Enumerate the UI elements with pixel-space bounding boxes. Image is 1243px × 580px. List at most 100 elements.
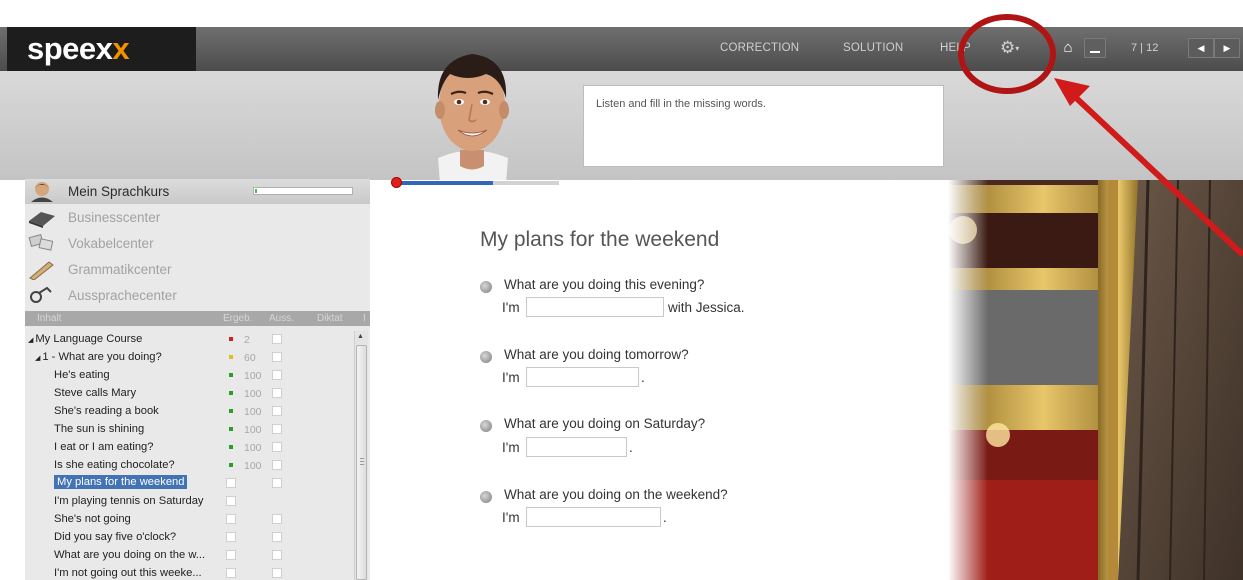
pronunciation-checkbox[interactable]: [272, 442, 282, 452]
exercise-progress-fill: [394, 181, 493, 185]
score-status-dot: [229, 391, 233, 395]
scroll-grip-icon: [360, 458, 364, 465]
audio-speaker-icon[interactable]: [480, 420, 492, 432]
question-text: What are you doing on the weekend?: [504, 487, 728, 502]
speexx-logo: speexx: [27, 31, 130, 66]
question-text: What are you doing tomorrow?: [504, 347, 689, 362]
tree-row[interactable]: ◢ My Language Course 2: [25, 330, 355, 348]
pronunciation-checkbox[interactable]: [272, 514, 282, 524]
pronunciation-checkbox[interactable]: [272, 406, 282, 416]
score-value: 60: [244, 352, 256, 364]
pronunciation-checkbox[interactable]: [272, 478, 282, 488]
result-checkbox[interactable]: [226, 478, 236, 488]
score-status-dot: [229, 445, 233, 449]
tree-item-label: Is she eating chocolate?: [54, 459, 175, 471]
answer-prefix: I'm: [502, 300, 520, 315]
result-checkbox[interactable]: [226, 568, 236, 578]
tree-item-label: The sun is shining: [54, 423, 145, 435]
tree-row[interactable]: I'm not going out this weeke...: [25, 564, 355, 580]
center-label: Grammatikcenter: [68, 262, 172, 277]
score-status-dot: [229, 463, 233, 467]
center-label: Aussprachecenter: [68, 288, 177, 303]
arrow-left-icon[interactable]: ◀: [1188, 38, 1214, 58]
answer-suffix: .: [629, 440, 633, 455]
pronunciation-checkbox[interactable]: [272, 334, 282, 344]
tree-scrollbar[interactable]: ▲: [354, 331, 368, 580]
course-avatar-icon: [31, 182, 53, 202]
tree-item-label: She's not going: [54, 513, 131, 525]
tree-row[interactable]: The sun is shining 100: [25, 420, 355, 438]
tree-item-label: I'm playing tennis on Saturday: [54, 495, 204, 507]
tree-row[interactable]: I eat or I am eating? 100: [25, 438, 355, 456]
page-indicator: 7 | 12: [1131, 42, 1159, 54]
grammar-icon: [29, 261, 54, 280]
answer-input-2[interactable]: [526, 367, 639, 387]
correction-button[interactable]: CORRECTION: [720, 42, 799, 54]
result-checkbox[interactable]: [226, 514, 236, 524]
answer-prefix: I'm: [502, 370, 520, 385]
pronunciation-checkbox[interactable]: [272, 424, 282, 434]
tree-row[interactable]: ◢ 1 - What are you doing? 60: [25, 348, 355, 366]
audio-speaker-icon[interactable]: [480, 351, 492, 363]
solution-button[interactable]: SOLUTION: [843, 42, 903, 54]
tree-row[interactable]: She's reading a book 100: [25, 402, 355, 420]
pronunciation-checkbox[interactable]: [272, 550, 282, 560]
center-businesscenter[interactable]: Businesscenter: [25, 205, 370, 230]
question-text: What are you doing on Saturday?: [504, 416, 706, 431]
tree-item-label: Did you say five o'clock?: [54, 531, 177, 543]
answer-suffix: .: [641, 370, 645, 385]
record-dot-icon[interactable]: [391, 177, 402, 188]
scroll-thumb[interactable]: [356, 345, 367, 580]
tree-row[interactable]: Did you say five o'clock?: [25, 528, 355, 546]
highlight-arrow-annotation: [1054, 78, 1243, 258]
center-label: Mein Sprachkurs: [68, 184, 170, 199]
scroll-up-arrow-icon[interactable]: ▲: [357, 333, 364, 340]
tree-row[interactable]: Steve calls Mary 100: [25, 384, 355, 402]
logo-area: speexx: [7, 27, 196, 71]
pronunciation-checkbox[interactable]: [272, 460, 282, 470]
tree-row[interactable]: She's not going: [25, 510, 355, 528]
tree-column-header: Inhalt Ergeb. Auss. Diktat I: [25, 311, 370, 326]
tree-row[interactable]: Is she eating chocolate? 100: [25, 456, 355, 474]
answer-input-4[interactable]: [526, 507, 661, 527]
score-value: 100: [244, 388, 262, 400]
answer-prefix: I'm: [502, 510, 520, 525]
score-value: 100: [244, 424, 262, 436]
score-value: 100: [244, 442, 262, 454]
home-icon[interactable]: ⌂: [1058, 38, 1078, 58]
tree-row[interactable]: He's eating 100: [25, 366, 355, 384]
audio-speaker-icon[interactable]: [480, 281, 492, 293]
score-status-dot: [229, 337, 233, 341]
pronunciation-checkbox[interactable]: [272, 568, 282, 578]
tree-row[interactable]: What are you doing on the w...: [25, 546, 355, 564]
tree-row[interactable]: I'm playing tennis on Saturday: [25, 492, 355, 510]
center-mein-sprachkurs[interactable]: Mein Sprachkurs: [25, 179, 370, 204]
center-label: Vokabelcenter: [68, 236, 154, 251]
instruction-box: Listen and fill in the missing words.: [583, 85, 944, 167]
score-status-dot: [229, 427, 233, 431]
answer-suffix: with Jessica.: [668, 300, 745, 315]
result-checkbox[interactable]: [226, 496, 236, 506]
pronunciation-checkbox[interactable]: [272, 370, 282, 380]
answer-input-3[interactable]: [526, 437, 627, 457]
col-ergebnis: Ergeb.: [223, 313, 253, 324]
course-progress-fill: [255, 189, 257, 193]
center-grammatikcenter[interactable]: Grammatikcenter: [25, 257, 370, 282]
course-progress-bar: [253, 187, 353, 195]
arrow-right-icon[interactable]: ▶: [1214, 38, 1240, 58]
tree-item-label: I eat or I am eating?: [54, 441, 154, 453]
audio-speaker-icon[interactable]: [480, 491, 492, 503]
minimize-icon[interactable]: [1084, 38, 1106, 58]
center-vokabelcenter[interactable]: Vokabelcenter: [25, 231, 370, 256]
pronunciation-checkbox[interactable]: [272, 352, 282, 362]
answer-input-1[interactable]: [526, 297, 664, 317]
tree-row[interactable]: My plans for the weekend: [25, 474, 355, 492]
result-checkbox[interactable]: [226, 532, 236, 542]
center-aussprachecenter[interactable]: Aussprachecenter: [25, 283, 370, 308]
tree-item-label: He's eating: [54, 369, 110, 381]
col-extra: I: [363, 313, 366, 324]
pronunciation-checkbox[interactable]: [272, 388, 282, 398]
score-status-dot: [229, 373, 233, 377]
pronunciation-checkbox[interactable]: [272, 532, 282, 542]
result-checkbox[interactable]: [226, 550, 236, 560]
